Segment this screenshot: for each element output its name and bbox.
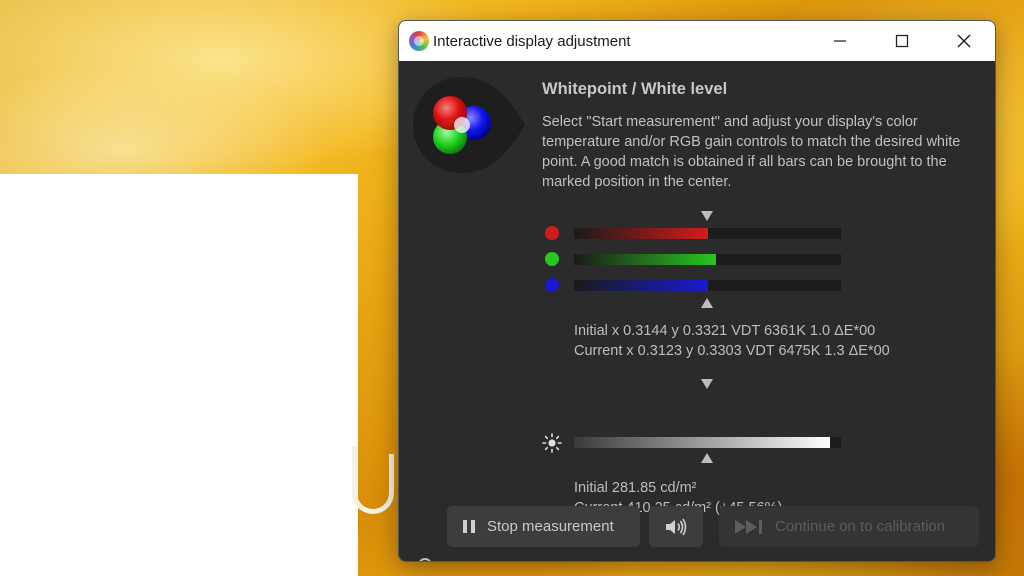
red-channel-bar (574, 228, 841, 239)
stop-measurement-label: Stop measurement (487, 518, 614, 535)
minimize-icon (834, 40, 846, 42)
displaycal-icon (409, 31, 429, 51)
background-letter (352, 446, 394, 514)
luminance-target-marker-bottom (701, 453, 713, 463)
rgb-target-marker-top (701, 211, 713, 221)
whitepoint-current: Current x 0.3123 y 0.3303 VDT 6475K 1.3 … (574, 343, 890, 359)
red-channel-dot (545, 226, 559, 240)
background-window (0, 174, 358, 576)
content-area: Whitepoint / White level Select "Start m… (399, 61, 995, 561)
blue-bar-fill (574, 280, 708, 291)
red-bar-fill (574, 228, 708, 239)
section-heading: Whitepoint / White level (542, 80, 728, 98)
blue-channel-bar (574, 280, 841, 291)
title-bar[interactable]: Interactive display adjustment (399, 21, 995, 61)
window-controls (809, 21, 995, 61)
blue-channel-dot (545, 278, 559, 292)
green-bar-fill (574, 254, 716, 265)
display-adjustment-window: Interactive display adjustment Whitepoin… (398, 20, 996, 562)
sun-icon (542, 433, 562, 453)
luminance-initial: Initial 281.85 cd/m² (574, 480, 697, 496)
maximize-icon (895, 34, 909, 48)
close-button[interactable] (933, 21, 995, 61)
continue-to-calibration-label: Continue on to calibration (775, 518, 946, 535)
luminance-bar-fill (574, 437, 831, 448)
luminance-target-marker-top (701, 379, 713, 389)
measurement-status-indicator (418, 558, 432, 561)
instructions-text: Select "Start measurement" and adjust yo… (542, 114, 961, 190)
green-channel-bar (574, 254, 841, 265)
pause-icon (463, 520, 475, 533)
minimize-button[interactable] (809, 21, 871, 61)
continue-to-calibration-button[interactable]: Continue on to calibration (719, 506, 979, 547)
stop-measurement-button[interactable]: Stop measurement (447, 506, 640, 547)
close-icon (957, 34, 971, 48)
whitepoint-initial: Initial x 0.3144 y 0.3321 VDT 6361K 1.0 … (574, 323, 876, 339)
fast-forward-icon (735, 519, 765, 534)
rgb-circles-icon (413, 77, 525, 173)
window-title: Interactive display adjustment (433, 32, 631, 50)
luminance-bar (574, 437, 841, 448)
sound-toggle-button[interactable] (649, 506, 703, 547)
rgb-target-marker-bottom (701, 298, 713, 308)
maximize-button[interactable] (871, 21, 933, 61)
speaker-icon (666, 518, 687, 535)
green-channel-dot (545, 252, 559, 266)
